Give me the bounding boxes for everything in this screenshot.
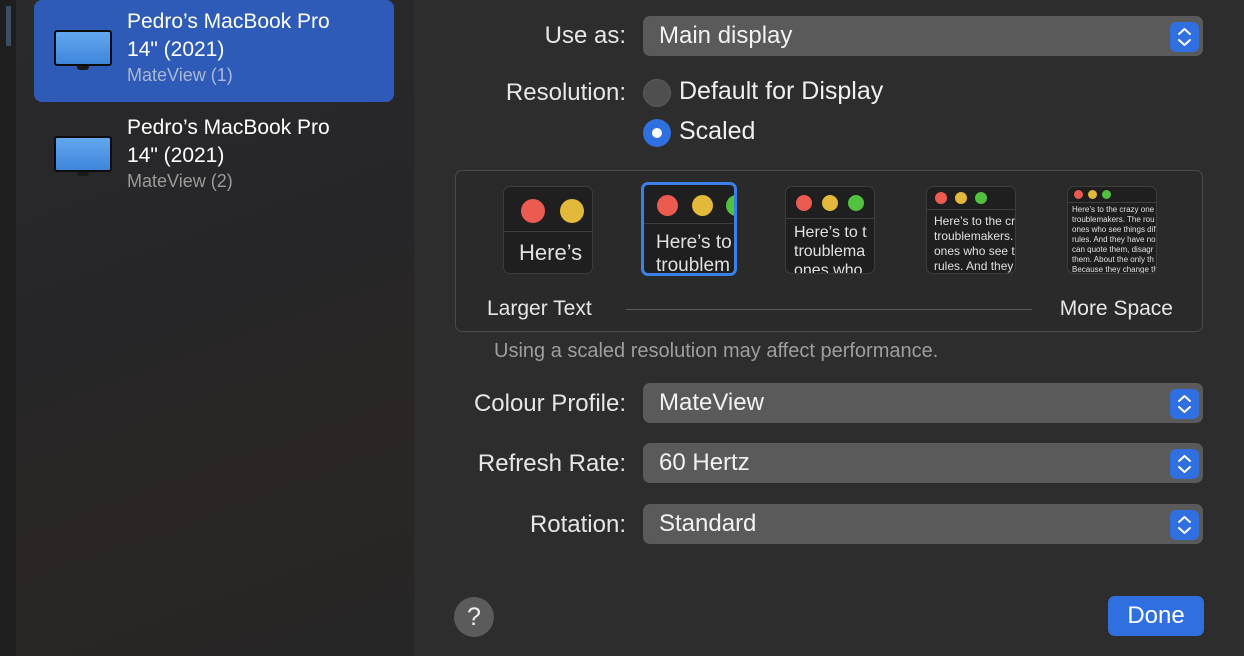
use-as-popup[interactable]: Main display (643, 16, 1203, 56)
minimize-dot-icon (955, 192, 967, 204)
scale-preview-text: Here’s to t troublema ones who (794, 224, 867, 273)
larger-text-label: Larger Text (487, 297, 592, 320)
display-item-subtitle: MateView (2) (127, 171, 233, 191)
refresh-rate-label: Refresh Rate: (477, 450, 626, 477)
display-item-name: Pedro’s MacBook Pro 14" (2021) (127, 116, 330, 167)
scale-preview-text: Here’s to troublem (656, 232, 732, 273)
scale-option-5[interactable]: Here’s to the crazy one troublemakers. T… (1067, 186, 1157, 274)
close-dot-icon (657, 195, 678, 216)
up-down-chevron-icon (1170, 449, 1199, 479)
display-monitor-icon (54, 136, 112, 176)
scale-preview-text: Here’s (519, 240, 583, 265)
zoom-dot-icon (1102, 190, 1111, 199)
rotation-value: Standard (659, 510, 757, 537)
display-item-mateview-2[interactable]: Pedro’s MacBook Pro 14" (2021) MateView … (34, 106, 394, 208)
rotation-label: Rotation: (529, 511, 626, 538)
close-dot-icon (796, 195, 812, 211)
radio-button-off[interactable] (643, 79, 671, 107)
up-down-chevron-icon (1170, 22, 1199, 52)
display-sidebar: Pedro’s MacBook Pro 14" (2021) MateView … (16, 0, 414, 656)
use-as-label: Use as: (544, 22, 626, 49)
display-monitor-icon (54, 30, 112, 70)
performance-note: Using a scaled resolution may affect per… (494, 340, 939, 362)
colour-profile-popup[interactable]: MateView (643, 383, 1203, 423)
scale-preview-text: Here’s to the cr troublemakers. ones who… (934, 214, 1015, 273)
close-dot-icon (1074, 190, 1083, 199)
minimize-dot-icon (1088, 190, 1097, 199)
close-dot-icon (521, 199, 545, 223)
rotation-popup[interactable]: Standard (643, 504, 1203, 544)
scale-preview-text: Here’s to the crazy one troublemakers. T… (1072, 205, 1156, 273)
scaled-resolution-picker: Here’s Here’s to troublem Here’s to t tr… (455, 170, 1203, 332)
background-window-edge (0, 0, 16, 656)
radio-button-on[interactable] (643, 119, 671, 147)
up-down-chevron-icon (1170, 389, 1199, 419)
zoom-dot-icon (848, 195, 864, 211)
display-settings-panel: Use as: Main display Resolution: Default… (414, 0, 1244, 656)
colour-profile-value: MateView (659, 389, 764, 416)
background-window-edge-accent (6, 6, 11, 46)
close-dot-icon (935, 192, 947, 204)
radio-label: Scaled (679, 117, 756, 145)
done-button[interactable]: Done (1108, 596, 1204, 636)
display-item-mateview-1[interactable]: Pedro’s MacBook Pro 14" (2021) MateView … (34, 0, 394, 102)
minimize-dot-icon (822, 195, 838, 211)
scale-option-4[interactable]: Here’s to the cr troublemakers. ones who… (926, 186, 1016, 274)
scale-divider-line (626, 309, 1032, 310)
resolution-label: Resolution: (505, 79, 626, 106)
scale-option-2[interactable]: Here’s to troublem (641, 182, 737, 276)
use-as-value: Main display (659, 22, 793, 49)
up-down-chevron-icon (1170, 510, 1199, 540)
scale-option-1[interactable]: Here’s (503, 186, 593, 274)
zoom-dot-icon (726, 195, 734, 216)
zoom-dot-icon (975, 192, 987, 204)
help-button[interactable]: ? (454, 597, 494, 637)
minimize-dot-icon (692, 195, 713, 216)
more-space-label: More Space (1059, 297, 1173, 320)
radio-label: Default for Display (679, 77, 884, 105)
display-item-subtitle: MateView (1) (127, 65, 233, 85)
minimize-dot-icon (560, 199, 584, 223)
refresh-rate-value: 60 Hertz (659, 449, 750, 476)
display-item-name: Pedro’s MacBook Pro 14" (2021) (127, 10, 330, 61)
colour-profile-label: Colour Profile: (473, 390, 626, 417)
refresh-rate-popup[interactable]: 60 Hertz (643, 443, 1203, 483)
scale-option-3[interactable]: Here’s to t troublema ones who (785, 186, 875, 274)
